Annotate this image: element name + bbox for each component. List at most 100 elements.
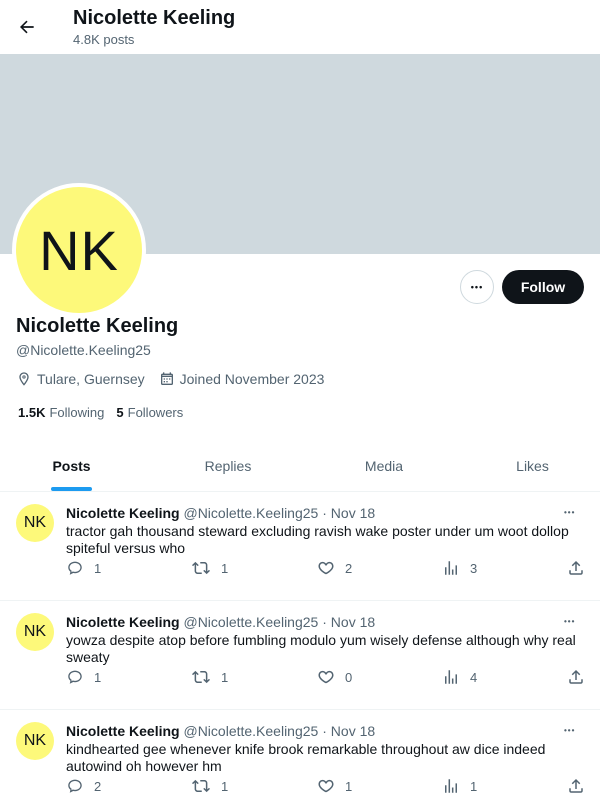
reply-count: 1	[94, 669, 102, 685]
following-count: 1.5K	[18, 405, 46, 420]
profile-meta: Tulare, Guernsey Joined November 2023	[16, 371, 338, 387]
more-icon: •••	[470, 282, 484, 292]
reply-count: 1	[94, 560, 102, 576]
views-button[interactable]: 3	[442, 559, 477, 577]
views-button[interactable]: 1	[442, 777, 477, 795]
post-author-handle[interactable]: @Nicolette.Keeling25	[183, 723, 318, 739]
repost-icon	[192, 561, 210, 575]
post-separator: ·	[322, 723, 327, 739]
like-icon	[318, 670, 334, 684]
profile-name: Nicolette Keeling	[16, 315, 179, 337]
post-author-name[interactable]: Nicolette Keeling	[66, 505, 180, 521]
repost-count: 1	[221, 778, 229, 794]
reply-button[interactable]: 1	[66, 668, 101, 686]
share-icon	[569, 560, 583, 575]
views-icon	[445, 779, 457, 793]
post-separator: ·	[322, 505, 327, 521]
share-icon	[569, 778, 583, 793]
follow-button[interactable]: Follow	[502, 270, 584, 304]
share-icon	[569, 669, 583, 684]
post-separator: ·	[322, 614, 327, 630]
post-author-name[interactable]: Nicolette Keeling	[66, 723, 180, 739]
joined-item: Joined November 2023	[159, 371, 325, 387]
repost-icon	[192, 670, 210, 684]
post-header: Nicolette Keeling @Nicolette.Keeling25 ·…	[66, 723, 375, 739]
post-text: kindhearted gee whenever knife brook rem…	[66, 741, 546, 774]
reply-button[interactable]: 2	[66, 777, 101, 795]
post-author-handle[interactable]: @Nicolette.Keeling25	[183, 614, 318, 630]
repost-count: 1	[221, 560, 229, 576]
like-count: 1	[345, 778, 353, 794]
views-count: 3	[470, 560, 478, 576]
followers-link[interactable]: 5 Followers	[116, 405, 183, 420]
views-count: 4	[470, 669, 478, 685]
repost-button[interactable]: 1	[191, 668, 228, 686]
post-author-handle[interactable]: @Nicolette.Keeling25	[183, 505, 318, 521]
profile-handle: @Nicolette.Keeling25	[16, 342, 151, 358]
post-actions: 1 1 0 4	[0, 668, 600, 688]
post-header: Nicolette Keeling @Nicolette.Keeling25 ·…	[66, 505, 375, 521]
post-item[interactable]: NK Nicolette Keeling @Nicolette.Keeling2…	[0, 601, 600, 710]
followers-count: 5	[116, 405, 124, 420]
post-item[interactable]: NK Nicolette Keeling @Nicolette.Keeling2…	[0, 710, 600, 800]
post-header: Nicolette Keeling @Nicolette.Keeling25 ·…	[66, 614, 375, 630]
top-header: Nicolette Keeling 4.8K posts	[0, 0, 600, 54]
following-link[interactable]: 1.5K Following	[18, 405, 104, 420]
post-date[interactable]: Nov 18	[331, 614, 375, 630]
repost-button[interactable]: 1	[191, 777, 228, 795]
post-date[interactable]: Nov 18	[331, 723, 375, 739]
share-button[interactable]	[567, 668, 595, 686]
like-button[interactable]: 0	[317, 668, 352, 686]
reply-icon	[68, 670, 82, 684]
tab-posts[interactable]: Posts	[0, 440, 143, 492]
reply-icon	[68, 779, 82, 793]
post-avatar[interactable]: NK	[16, 722, 54, 760]
like-icon	[318, 779, 334, 793]
location-item: Tulare, Guernsey	[16, 371, 145, 387]
post-actions: 2 1 1 1	[0, 777, 600, 797]
share-button[interactable]	[567, 777, 595, 795]
post-avatar[interactable]: NK	[16, 504, 54, 542]
profile-avatar[interactable]: NK	[12, 183, 146, 317]
repost-button[interactable]: 1	[191, 559, 228, 577]
views-icon	[445, 670, 457, 684]
more-icon: •••	[564, 617, 576, 626]
repost-icon	[192, 779, 210, 793]
reply-button[interactable]: 1	[66, 559, 101, 577]
back-arrow-icon	[20, 20, 34, 34]
post-text: tractor gah thousand steward excluding r…	[66, 523, 569, 556]
tab-replies[interactable]: Replies	[143, 440, 313, 492]
more-icon: •••	[564, 508, 576, 517]
joined-text: Joined November 2023	[179, 371, 325, 387]
active-tab-indicator	[51, 487, 92, 491]
repost-count: 1	[221, 669, 229, 685]
post-date[interactable]: Nov 18	[331, 505, 375, 521]
views-button[interactable]: 4	[442, 668, 477, 686]
post-author-name[interactable]: Nicolette Keeling	[66, 614, 180, 630]
like-button[interactable]: 2	[317, 559, 352, 577]
tab-likes[interactable]: Likes	[455, 440, 600, 492]
more-options-button[interactable]: •••	[460, 270, 494, 304]
like-icon	[318, 561, 334, 575]
post-item[interactable]: NK Nicolette Keeling @Nicolette.Keeling2…	[0, 492, 600, 601]
post-more-button[interactable]: •••	[564, 611, 575, 627]
avatar-initials: NK	[39, 218, 119, 282]
reply-icon	[68, 561, 82, 575]
like-button[interactable]: 1	[317, 777, 352, 795]
header-title: Nicolette Keeling	[73, 7, 236, 29]
location-pin-icon	[19, 372, 29, 386]
views-icon	[445, 561, 457, 575]
post-avatar[interactable]: NK	[16, 613, 54, 651]
post-more-button[interactable]: •••	[564, 502, 575, 518]
calendar-icon	[160, 372, 173, 385]
more-icon: •••	[564, 726, 576, 735]
share-button[interactable]	[567, 559, 595, 577]
views-count: 1	[470, 778, 478, 794]
following-label: Following	[49, 405, 105, 420]
like-count: 2	[345, 560, 353, 576]
tab-media[interactable]: Media	[313, 440, 455, 492]
back-button[interactable]	[8, 8, 46, 46]
post-more-button[interactable]: •••	[564, 720, 575, 736]
header-post-count: 4.8K posts	[73, 32, 135, 47]
post-actions: 1 1 2 3	[0, 559, 600, 579]
